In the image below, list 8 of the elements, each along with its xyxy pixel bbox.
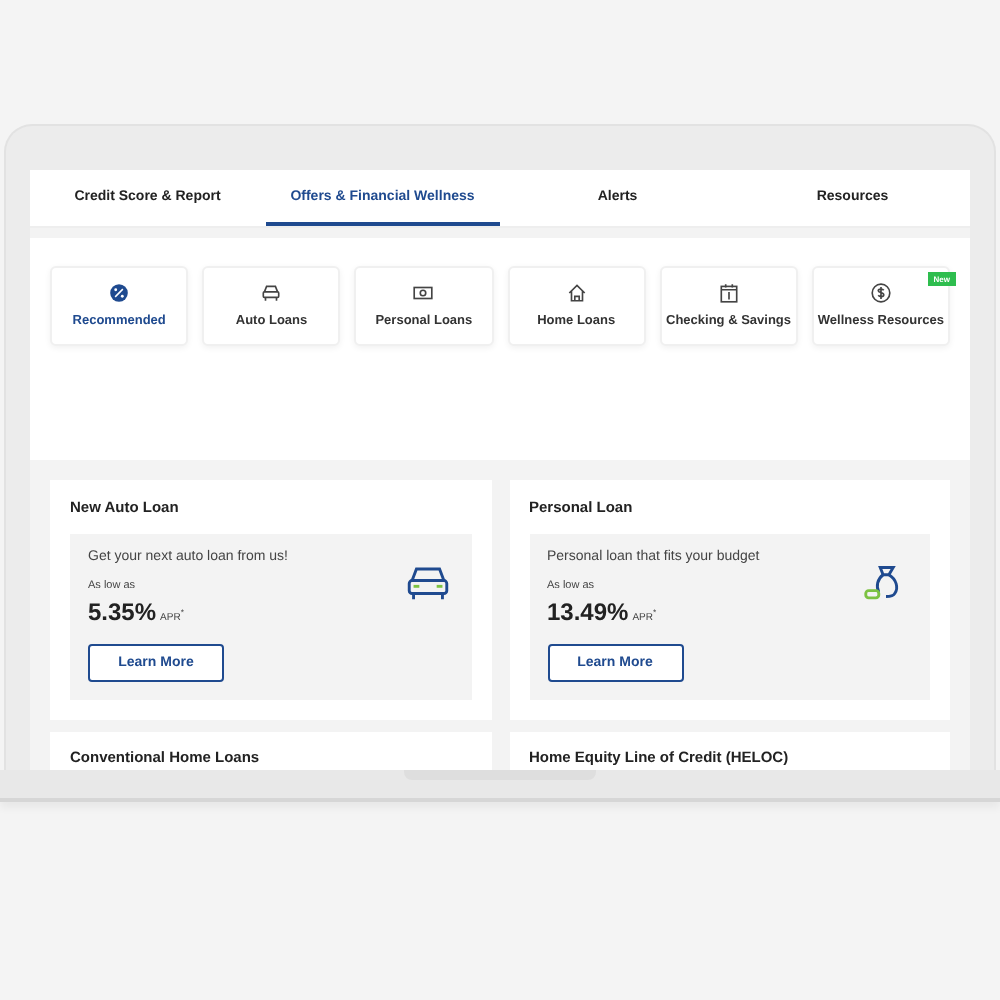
rate-value: 13.49%	[547, 598, 629, 626]
car-icon	[260, 282, 283, 304]
dollar-icon	[869, 282, 892, 304]
cash-icon	[412, 282, 435, 304]
calendar-icon	[717, 282, 740, 304]
percent-icon	[108, 282, 131, 304]
rate-value: 5.35%	[88, 598, 157, 626]
house-icon	[565, 282, 588, 304]
